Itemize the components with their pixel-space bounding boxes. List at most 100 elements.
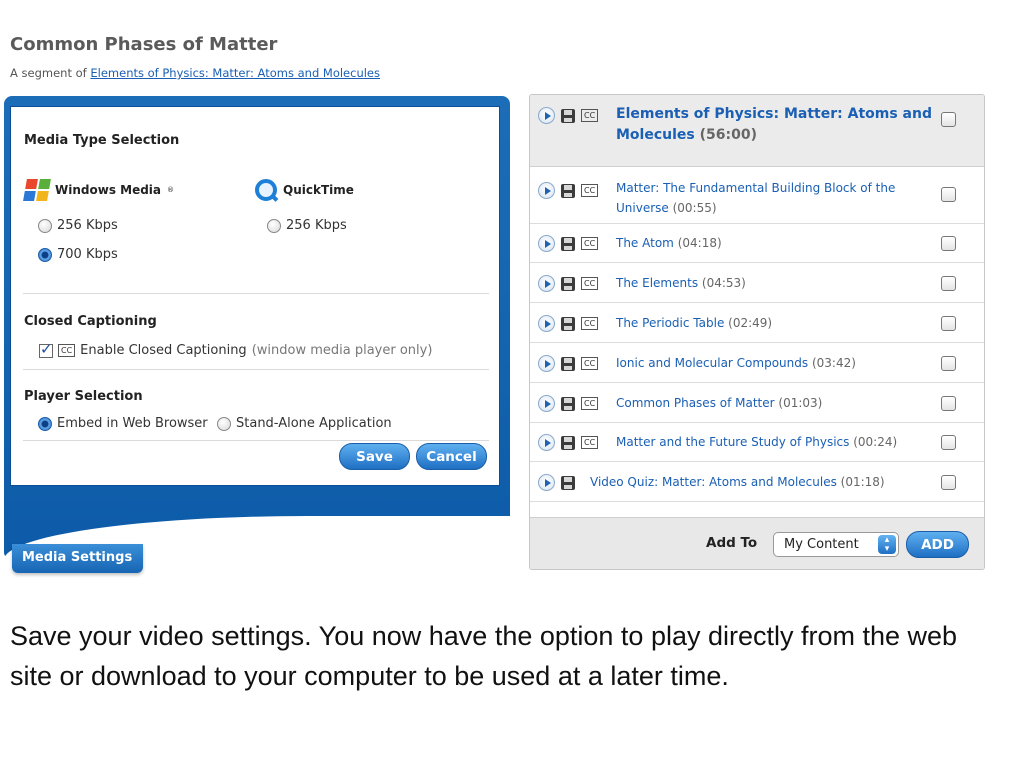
select-checkbox[interactable] bbox=[941, 356, 956, 371]
list-item-title[interactable]: Matter: The Fundamental Building Block o… bbox=[616, 178, 926, 218]
option-label: 256 Kbps bbox=[286, 218, 347, 233]
item-title: Common Phases of Matter bbox=[616, 396, 775, 410]
list-item: CC Common Phases of Matter (01:03) bbox=[530, 383, 984, 423]
list-item: CC Matter: The Fundamental Building Bloc… bbox=[530, 167, 984, 224]
windows-option-256[interactable]: 256 Kbps bbox=[38, 218, 118, 233]
list-item-title[interactable]: Video Quiz: Matter: Atoms and Molecules … bbox=[590, 472, 900, 492]
cc-checkbox[interactable] bbox=[39, 340, 53, 358]
player-option-embed[interactable]: Embed in Web Browser bbox=[38, 416, 208, 431]
cc-icon: CC bbox=[58, 344, 76, 357]
list-item-title[interactable]: Ionic and Molecular Compounds (03:42) bbox=[616, 353, 926, 373]
select-arrow-icon[interactable]: ▴ ▾ bbox=[878, 535, 896, 554]
segment-link[interactable]: Elements of Physics: Matter: Atoms and M… bbox=[90, 66, 380, 80]
list-item: CC The Atom (04:18) bbox=[530, 224, 984, 263]
item-duration: (00:55) bbox=[672, 201, 717, 215]
save-icon[interactable] bbox=[561, 108, 575, 123]
closed-captioning-heading: Closed Captioning bbox=[24, 314, 157, 329]
player-option-standalone[interactable]: Stand-Alone Application bbox=[217, 416, 392, 431]
cc-icon: CC bbox=[581, 397, 599, 410]
quicktime-label: QuickTime bbox=[283, 183, 354, 197]
windows-option-700[interactable]: 700 Kbps bbox=[38, 247, 118, 262]
page-title: Common Phases of Matter bbox=[10, 34, 278, 55]
row-icons: CC bbox=[538, 235, 599, 252]
select-checkbox[interactable] bbox=[941, 435, 956, 450]
cc-enable-hint: (window media player only) bbox=[251, 343, 433, 358]
save-icon[interactable] bbox=[561, 183, 575, 198]
select-checkbox[interactable] bbox=[941, 475, 956, 490]
save-icon[interactable] bbox=[561, 396, 575, 411]
select-checkbox[interactable] bbox=[941, 276, 956, 291]
play-icon[interactable] bbox=[538, 107, 555, 124]
row-icons: CC bbox=[538, 355, 599, 372]
radio-button-icon[interactable] bbox=[267, 218, 281, 233]
save-button[interactable]: Save bbox=[339, 443, 410, 470]
option-label: 700 Kbps bbox=[57, 247, 118, 262]
save-icon[interactable] bbox=[561, 236, 575, 251]
radio-button-icon[interactable] bbox=[217, 416, 231, 431]
play-icon[interactable] bbox=[538, 434, 555, 451]
row-icons: CC bbox=[538, 434, 599, 451]
select-checkbox[interactable] bbox=[941, 396, 956, 411]
windows-media-logo-icon bbox=[23, 179, 51, 201]
select-checkbox[interactable] bbox=[941, 316, 956, 331]
cc-icon: CC bbox=[581, 357, 599, 370]
windows-media-label: Windows Media bbox=[55, 183, 162, 197]
cc-icon: CC bbox=[581, 109, 599, 122]
cc-icon: CC bbox=[581, 277, 599, 290]
add-button[interactable]: ADD bbox=[906, 531, 969, 558]
cc-icon: CC bbox=[581, 237, 599, 250]
play-icon[interactable] bbox=[538, 182, 555, 199]
item-duration: (04:53) bbox=[701, 276, 746, 290]
radio-button-icon[interactable] bbox=[38, 218, 52, 233]
list-item-title[interactable]: The Atom (04:18) bbox=[616, 233, 926, 253]
row-icons: CC bbox=[538, 275, 599, 292]
item-duration: (01:18) bbox=[840, 475, 885, 489]
list-item-title[interactable]: Matter and the Future Study of Physics (… bbox=[616, 432, 926, 452]
play-icon[interactable] bbox=[538, 474, 555, 491]
play-icon[interactable] bbox=[538, 395, 555, 412]
item-duration: (01:03) bbox=[778, 396, 823, 410]
media-settings-tab[interactable]: Media Settings bbox=[12, 544, 143, 573]
save-icon[interactable] bbox=[561, 276, 575, 291]
list-item-title[interactable]: The Elements (04:53) bbox=[616, 273, 926, 293]
cc-icon: CC bbox=[581, 436, 599, 449]
cc-enable-option[interactable]: CC Enable Closed Captioning (window medi… bbox=[39, 340, 433, 358]
playlist-header-title[interactable]: Elements of Physics: Matter: Atoms and M… bbox=[616, 104, 936, 146]
item-title: Matter: The Fundamental Building Block o… bbox=[616, 181, 896, 215]
row-icons: CC bbox=[538, 315, 599, 332]
item-title: The Elements bbox=[616, 276, 699, 290]
list-item-title[interactable]: The Periodic Table (02:49) bbox=[616, 313, 926, 333]
row-icons bbox=[538, 474, 575, 491]
segment-prefix: A segment of bbox=[10, 66, 87, 80]
playlist-footer: Add To My Content ▴ ▾ ADD bbox=[530, 517, 984, 569]
select-checkbox[interactable] bbox=[941, 112, 956, 127]
destination-select[interactable]: My Content ▴ ▾ bbox=[773, 532, 899, 557]
select-checkbox[interactable] bbox=[941, 236, 956, 251]
segment-line: A segment of Elements of Physics: Matter… bbox=[10, 66, 380, 80]
select-checkbox[interactable] bbox=[941, 187, 956, 202]
player-selection-heading: Player Selection bbox=[24, 389, 143, 404]
list-item: CC Ionic and Molecular Compounds (03:42) bbox=[530, 343, 984, 383]
cancel-button[interactable]: Cancel bbox=[416, 443, 487, 470]
radio-button-icon[interactable] bbox=[38, 416, 52, 431]
play-icon[interactable] bbox=[538, 315, 555, 332]
save-icon[interactable] bbox=[561, 435, 575, 450]
item-duration: (03:42) bbox=[811, 356, 856, 370]
save-icon[interactable] bbox=[561, 316, 575, 331]
play-icon[interactable] bbox=[538, 235, 555, 252]
quicktime-logo-icon bbox=[255, 179, 277, 201]
item-title: The Periodic Table bbox=[616, 316, 725, 330]
item-duration: (02:49) bbox=[728, 316, 773, 330]
list-item-title[interactable]: Common Phases of Matter (01:03) bbox=[616, 393, 926, 413]
item-duration: (04:18) bbox=[677, 236, 722, 250]
quicktime-option-256[interactable]: 256 Kbps bbox=[267, 218, 347, 233]
option-label: Embed in Web Browser bbox=[57, 416, 208, 431]
play-icon[interactable] bbox=[538, 275, 555, 292]
play-icon[interactable] bbox=[538, 355, 555, 372]
save-icon[interactable] bbox=[561, 475, 575, 490]
quicktime-header: QuickTime bbox=[255, 179, 354, 201]
list-item: CC Matter and the Future Study of Physic… bbox=[530, 423, 984, 462]
radio-button-icon[interactable] bbox=[38, 247, 52, 262]
save-icon[interactable] bbox=[561, 356, 575, 371]
divider bbox=[23, 440, 489, 441]
